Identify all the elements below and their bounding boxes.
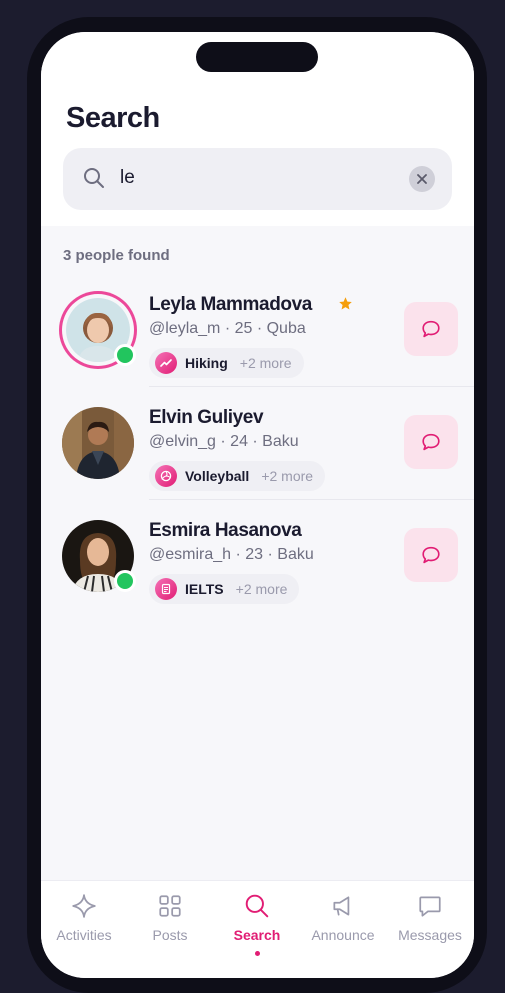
search-icon	[214, 891, 300, 921]
page-title: Search	[66, 102, 160, 134]
interest-chip[interactable]: IELTS +2 more	[149, 574, 300, 604]
search-icon	[83, 167, 105, 194]
chat-icon	[387, 891, 473, 921]
megaphone-icon	[300, 891, 386, 921]
person-meta: @elvin_g · 24 · Baku	[149, 433, 299, 450]
message-button[interactable]	[404, 528, 458, 582]
tab-label: Posts	[152, 927, 188, 943]
chat-bubble-icon	[422, 433, 440, 451]
clear-search-button[interactable]	[409, 166, 435, 192]
interest-more: +2 more	[239, 355, 292, 371]
tab-activities[interactable]: Activities	[41, 891, 127, 961]
search-input[interactable]: le	[63, 148, 452, 210]
app-screen: Search le 3 people found Leyla Mammadova…	[41, 32, 474, 978]
interest-more: +2 more	[235, 581, 288, 597]
tab-label: Messages	[398, 927, 462, 943]
online-indicator	[114, 570, 136, 592]
person-meta: @leyla_m · 25 · Quba	[149, 320, 306, 337]
tab-search[interactable]: Search	[214, 891, 300, 961]
tab-posts[interactable]: Posts	[127, 891, 213, 961]
person-row[interactable]: Leyla Mammadova @leyla_m · 25 · Quba Hik…	[41, 294, 474, 406]
message-button[interactable]	[404, 415, 458, 469]
person-name: Esmira Hasanova	[149, 520, 302, 541]
interest-chip[interactable]: Hiking +2 more	[149, 348, 304, 378]
person-row[interactable]: Esmira Hasanova @esmira_h · 23 · Baku IE…	[41, 520, 474, 632]
row-divider	[149, 386, 474, 387]
person-row[interactable]: Elvin Guliyev @elvin_g · 24 · Baku Volle…	[41, 407, 474, 519]
document-icon	[155, 578, 177, 600]
tab-announce[interactable]: Announce	[300, 891, 386, 961]
chat-bubble-icon	[422, 320, 440, 338]
dynamic-island	[196, 42, 318, 72]
avatar[interactable]	[62, 407, 134, 479]
avatar[interactable]	[62, 520, 136, 592]
tab-bar: Activities Posts Search Announce Message…	[41, 880, 474, 978]
close-icon	[417, 174, 427, 184]
message-button[interactable]	[404, 302, 458, 356]
tab-messages[interactable]: Messages	[387, 891, 473, 961]
interest-chip[interactable]: Volleyball +2 more	[149, 461, 326, 491]
grid-icon	[127, 891, 213, 921]
person-meta: @esmira_h · 23 · Baku	[149, 546, 314, 563]
interest-label: IELTS	[185, 581, 224, 597]
interest-label: Volleyball	[185, 468, 250, 484]
tab-label: Activities	[56, 927, 112, 943]
person-name: Leyla Mammadova	[149, 294, 312, 315]
trending-icon	[155, 352, 177, 374]
active-tab-indicator	[255, 951, 260, 956]
online-indicator	[114, 344, 136, 366]
interest-more: +2 more	[261, 468, 314, 484]
avatar[interactable]	[62, 294, 136, 366]
search-query[interactable]: le	[120, 167, 135, 189]
star-icon	[338, 296, 353, 316]
interest-label: Hiking	[185, 355, 228, 371]
results-count: 3 people found	[63, 247, 170, 264]
chat-bubble-icon	[422, 546, 440, 564]
row-divider	[149, 499, 474, 500]
tab-label: Search	[233, 927, 281, 943]
sparkle-icon	[41, 891, 127, 921]
volleyball-icon	[155, 465, 177, 487]
person-name: Elvin Guliyev	[149, 407, 264, 428]
tab-label: Announce	[311, 927, 375, 943]
